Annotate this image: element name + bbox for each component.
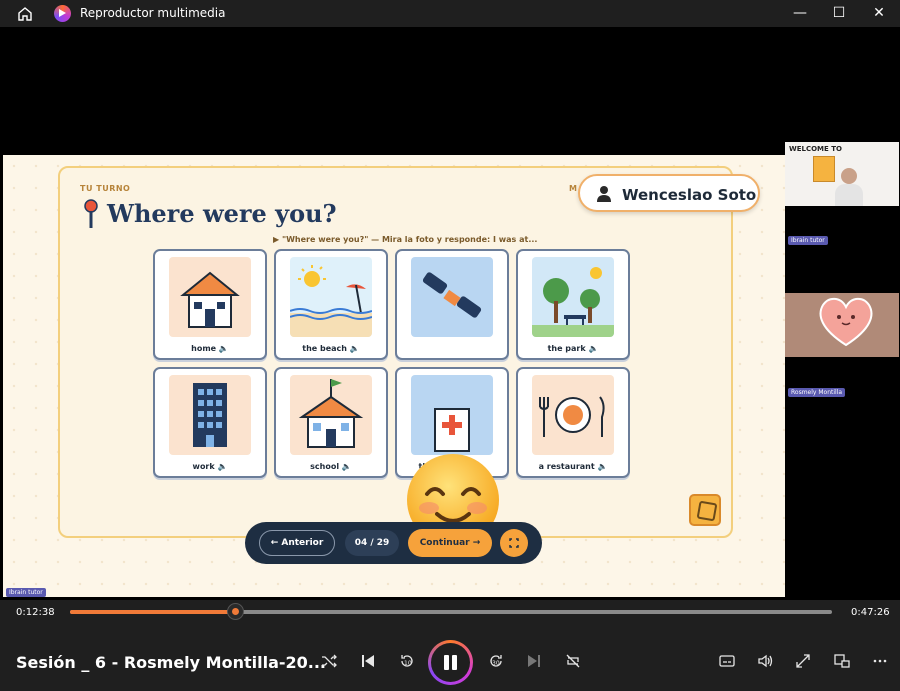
seek-progress <box>70 610 236 614</box>
lesson-nav-bar: ← Anterior 04 / 29 Continuar → <box>245 522 542 564</box>
total-time: 0:47:26 <box>851 607 890 618</box>
lesson-instruction: ▶ "Where were you?" — Mira la foto y res… <box>273 235 538 244</box>
svg-text:10: 10 <box>404 660 412 667</box>
svg-text:30: 30 <box>492 660 500 667</box>
tile-school[interactable]: school 🔈 <box>274 367 388 478</box>
skip-forward-button[interactable]: 30 <box>484 652 508 674</box>
previous-track-button[interactable] <box>356 652 380 674</box>
captions-button[interactable] <box>715 652 739 674</box>
next-track-button[interactable] <box>522 652 546 674</box>
tile-label: the beach 🔈 <box>302 344 360 353</box>
tile-label: the park 🔈 <box>547 344 599 353</box>
minimize-button[interactable]: — <box>780 0 820 27</box>
fullscreen-button[interactable] <box>500 529 528 557</box>
play-pause-button[interactable] <box>428 640 473 685</box>
tile-work[interactable]: work 🔈 <box>153 367 267 478</box>
tutor-body <box>835 184 863 206</box>
tile-park[interactable]: the park 🔈 <box>516 249 630 360</box>
more-icon <box>873 659 887 663</box>
expand-icon <box>796 654 810 668</box>
close-button[interactable]: ✕ <box>859 0 899 27</box>
tile-beach[interactable]: the beach 🔈 <box>274 249 388 360</box>
mini-player-button[interactable] <box>830 652 854 674</box>
tile-label: work 🔈 <box>192 462 228 471</box>
fullscreen-toggle-button[interactable] <box>791 652 815 674</box>
maximize-button[interactable]: ☐ <box>819 0 859 27</box>
tile-home[interactable]: home 🔈 <box>153 249 267 360</box>
airplane-icon <box>411 257 493 337</box>
student-name-badge: Wenceslao Soto <box>578 174 760 212</box>
avatar <box>841 168 857 184</box>
academy-logo-icon <box>689 494 721 526</box>
media-player-logo-icon <box>54 5 71 22</box>
continue-button[interactable]: Continuar → <box>408 529 492 557</box>
player-controls: 0:12:38 0:47:26 Sesión _ 6 - Rosmely Mon… <box>0 600 900 691</box>
media-title: Sesión _ 6 - Rosmely Montilla-20... <box>16 653 327 672</box>
seek-thumb[interactable] <box>227 603 245 620</box>
shuffle-button[interactable] <box>317 652 341 674</box>
window-title: Reproductor multimedia <box>80 6 226 20</box>
pause-icon <box>431 643 470 682</box>
more-options-button[interactable] <box>868 652 892 674</box>
repeat-off-icon <box>566 654 580 668</box>
school-icon <box>290 375 372 455</box>
participant-name-tag: Ibrain tutor <box>788 236 828 245</box>
previous-button[interactable]: ← Anterior <box>259 530 335 556</box>
partial-label: M <box>569 184 577 193</box>
skip-back-button[interactable]: 10 <box>395 652 419 674</box>
section-label: TU TURNO <box>80 184 131 193</box>
mini-player-icon <box>834 654 850 668</box>
beach-icon <box>290 257 372 337</box>
home-icon[interactable] <box>16 5 34 23</box>
building-icon <box>169 375 251 455</box>
slide-counter: 04 / 29 <box>345 530 399 556</box>
tile-label: school 🔈 <box>310 462 352 471</box>
tile-airport[interactable] <box>395 249 509 360</box>
pin-icon <box>84 199 98 228</box>
park-icon <box>532 257 614 337</box>
fullscreen-icon <box>509 538 519 548</box>
title-bar: Reproductor multimedia — ☐ ✕ <box>0 0 900 27</box>
doctor-icon <box>411 375 493 455</box>
skip-previous-icon <box>362 655 374 667</box>
rewind-10-icon: 10 <box>401 655 413 667</box>
repeat-button[interactable] <box>561 652 585 674</box>
shuffle-icon <box>322 654 337 668</box>
seek-bar[interactable] <box>70 610 832 614</box>
tile-label: home 🔈 <box>191 344 229 353</box>
academy-logo-icon <box>813 156 835 182</box>
welcome-banner: WELCOME TO <box>789 145 842 153</box>
tile-restaurant[interactable]: a restaurant 🔈 <box>516 367 630 478</box>
heart-avatar-icon <box>819 297 873 347</box>
lesson-title: Where were you? <box>107 199 337 228</box>
tile-label: a restaurant 🔈 <box>538 462 608 471</box>
volume-icon <box>758 654 773 668</box>
video-area[interactable]: TU TURNO M Where were you? ▶ "Where were… <box>0 27 900 600</box>
self-name-tag: Ibrain tutor <box>6 588 46 597</box>
captions-icon <box>719 655 735 667</box>
house-icon <box>169 257 251 337</box>
skip-next-icon <box>528 655 540 667</box>
participant-video-student[interactable] <box>785 293 899 357</box>
user-icon <box>597 186 611 202</box>
participant-name-tag: Rosmely Montilla <box>788 388 846 397</box>
participant-video-tutor[interactable]: WELCOME TO <box>785 142 899 206</box>
volume-button[interactable] <box>753 652 777 674</box>
current-time: 0:12:38 <box>16 607 55 618</box>
student-name: Wenceslao Soto <box>622 186 757 204</box>
forward-30-icon: 30 <box>490 655 502 667</box>
restaurant-icon <box>532 375 614 455</box>
